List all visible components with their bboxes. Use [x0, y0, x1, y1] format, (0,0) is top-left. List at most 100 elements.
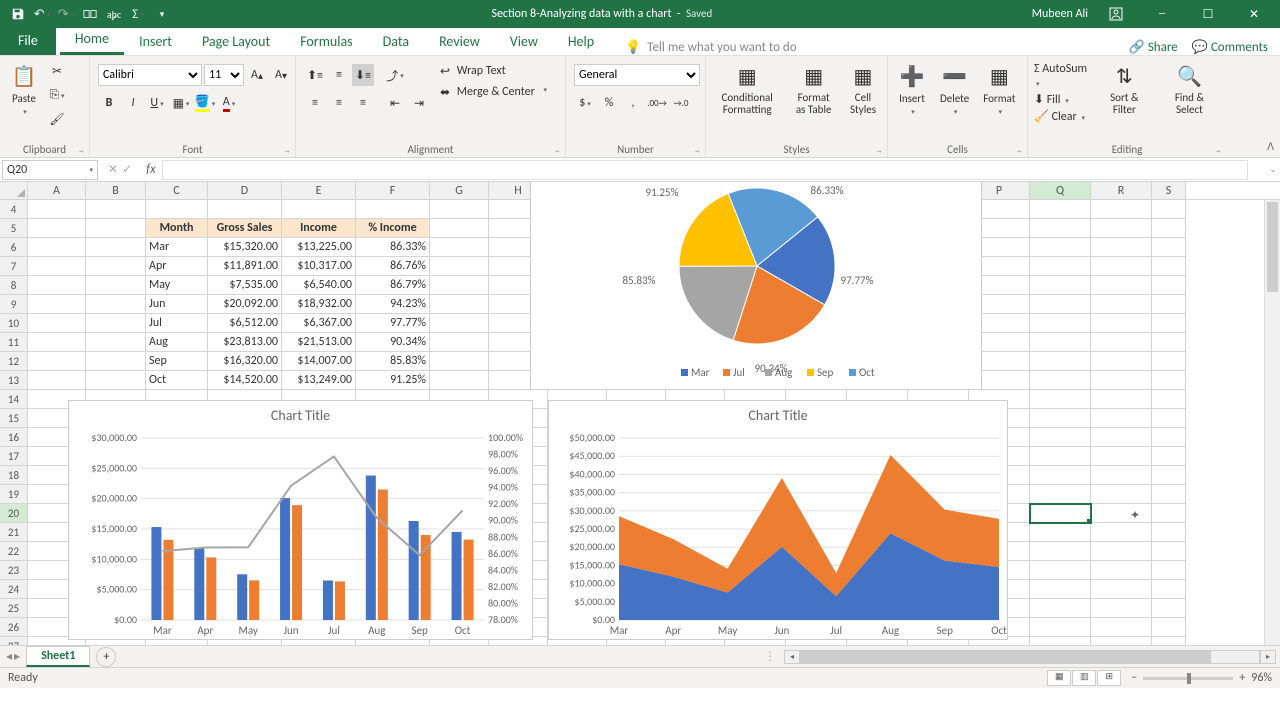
- italic-button[interactable]: I: [122, 92, 144, 114]
- autosum-icon[interactable]: Σ▾: [126, 2, 150, 26]
- cell[interactable]: [1030, 447, 1091, 466]
- tab-file[interactable]: File: [0, 26, 56, 55]
- cell[interactable]: [430, 276, 489, 295]
- cell[interactable]: [86, 219, 146, 238]
- tab-data[interactable]: Data: [368, 28, 424, 55]
- row-header[interactable]: 13: [0, 371, 28, 390]
- vertical-scrollbar[interactable]: [1264, 200, 1280, 645]
- cell[interactable]: [1030, 561, 1091, 580]
- format-as-table-button[interactable]: ▦Format as Table: [786, 60, 841, 118]
- cell[interactable]: [28, 333, 86, 352]
- column-header[interactable]: R: [1091, 182, 1152, 199]
- cell[interactable]: [1152, 409, 1186, 428]
- cell[interactable]: Sep: [146, 352, 208, 371]
- save-icon[interactable]: [6, 2, 30, 26]
- cell[interactable]: [1030, 428, 1091, 447]
- align-top-icon[interactable]: ⬆≡: [304, 64, 326, 86]
- cell[interactable]: 86.76%: [356, 257, 430, 276]
- cell[interactable]: [28, 200, 86, 219]
- row-header[interactable]: 10: [0, 314, 28, 333]
- cell[interactable]: Mar: [146, 238, 208, 257]
- cell[interactable]: [1091, 200, 1152, 219]
- cell[interactable]: [1152, 523, 1186, 542]
- orientation-icon[interactable]: ⤴▾: [384, 64, 406, 86]
- cell[interactable]: [1152, 238, 1186, 257]
- cell[interactable]: [1152, 599, 1186, 618]
- cell[interactable]: [1030, 637, 1091, 645]
- cell[interactable]: [1091, 257, 1152, 276]
- cell[interactable]: [430, 257, 489, 276]
- cell-styles-button[interactable]: ▦Cell Styles: [843, 60, 883, 118]
- comma-icon[interactable]: ,: [622, 92, 644, 114]
- zoom-slider[interactable]: [1143, 677, 1233, 680]
- spellcheck-icon[interactable]: abc✓: [102, 2, 126, 26]
- cell[interactable]: [86, 238, 146, 257]
- cell[interactable]: May: [146, 276, 208, 295]
- cell[interactable]: 97.77%: [356, 314, 430, 333]
- cell[interactable]: [430, 238, 489, 257]
- cell[interactable]: 90.34%: [356, 333, 430, 352]
- row-header[interactable]: 26: [0, 618, 28, 637]
- cell[interactable]: Income: [282, 219, 356, 238]
- row-header[interactable]: 20: [0, 504, 28, 523]
- format-painter-icon[interactable]: 🖌: [46, 108, 68, 130]
- cell[interactable]: [356, 200, 430, 219]
- row-header[interactable]: 5: [0, 219, 28, 238]
- formula-input[interactable]: [162, 160, 1248, 180]
- cell[interactable]: 94.23%: [356, 295, 430, 314]
- cell[interactable]: [28, 352, 86, 371]
- cell[interactable]: [430, 333, 489, 352]
- row-header[interactable]: 25: [0, 599, 28, 618]
- row-header[interactable]: 14: [0, 390, 28, 409]
- cell[interactable]: $10,317.00: [282, 257, 356, 276]
- row-header[interactable]: 18: [0, 466, 28, 485]
- cell[interactable]: [1091, 523, 1152, 542]
- cell[interactable]: [1030, 580, 1091, 599]
- row-header[interactable]: 23: [0, 561, 28, 580]
- worksheet-area[interactable]: ABCDEFGHIJKLMNOPQRS 45MonthGross SalesIn…: [0, 182, 1280, 645]
- cell[interactable]: [1152, 485, 1186, 504]
- row-header[interactable]: 15: [0, 409, 28, 428]
- cell[interactable]: [1152, 257, 1186, 276]
- cell[interactable]: $21,513.00: [282, 333, 356, 352]
- cell[interactable]: $13,225.00: [282, 238, 356, 257]
- cell[interactable]: [430, 295, 489, 314]
- cell[interactable]: [86, 352, 146, 371]
- decrease-indent-icon[interactable]: ⇤: [384, 92, 406, 114]
- increase-font-icon[interactable]: A▴: [246, 64, 268, 86]
- tab-scroll-right-icon[interactable]: ▸: [14, 649, 20, 664]
- collapse-ribbon-icon[interactable]: ᐱ: [1267, 140, 1274, 153]
- cell[interactable]: [430, 200, 489, 219]
- zoom-out-icon[interactable]: −: [1131, 671, 1137, 685]
- cell[interactable]: [1030, 523, 1091, 542]
- user-name[interactable]: Mubeen Ali: [1032, 7, 1088, 21]
- tab-help[interactable]: Help: [553, 28, 609, 55]
- column-header[interactable]: F: [356, 182, 430, 199]
- cell[interactable]: [1030, 314, 1091, 333]
- align-bottom-icon[interactable]: ⬇≡: [352, 64, 374, 86]
- cell[interactable]: [1152, 542, 1186, 561]
- cell[interactable]: [86, 295, 146, 314]
- cell[interactable]: $14,007.00: [282, 352, 356, 371]
- cell[interactable]: [86, 333, 146, 352]
- undo-icon[interactable]: ↶▾: [30, 2, 54, 26]
- name-box[interactable]: Q20▾: [2, 160, 98, 180]
- cell[interactable]: [430, 314, 489, 333]
- tell-me-search[interactable]: 💡 Tell me what you want to do: [609, 40, 1129, 55]
- cell[interactable]: [1152, 618, 1186, 637]
- percent-icon[interactable]: %: [598, 92, 620, 114]
- row-header[interactable]: 4: [0, 200, 28, 219]
- cell[interactable]: [86, 314, 146, 333]
- font-name-select[interactable]: Calibri: [98, 64, 202, 86]
- clear-button[interactable]: 🧹 Clear ▾: [1034, 109, 1090, 124]
- horizontal-scrollbar[interactable]: ⋮ ◂▸: [116, 649, 1280, 664]
- tab-insert[interactable]: Insert: [124, 28, 187, 55]
- row-header[interactable]: 17: [0, 447, 28, 466]
- increase-decimal-icon[interactable]: .00→: [646, 92, 668, 114]
- cancel-formula-icon[interactable]: ✕: [108, 162, 118, 177]
- autosum-button[interactable]: Σ AutoSum ▾: [1034, 62, 1090, 90]
- align-middle-icon[interactable]: ≡: [328, 64, 350, 86]
- cut-icon[interactable]: ✂: [46, 60, 68, 82]
- cell[interactable]: [430, 352, 489, 371]
- tab-page-layout[interactable]: Page Layout: [187, 28, 285, 55]
